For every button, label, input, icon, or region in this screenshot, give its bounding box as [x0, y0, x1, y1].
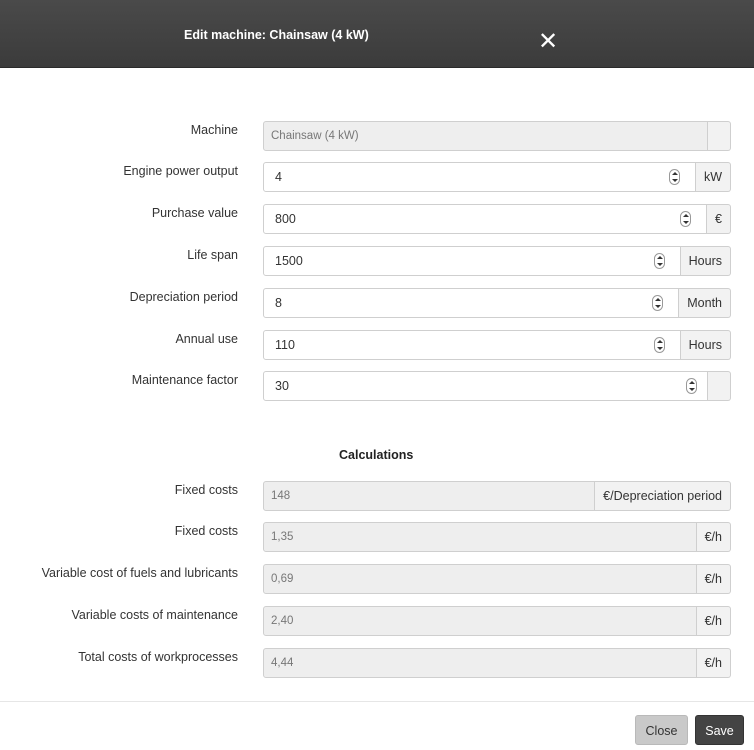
- fixed-costs-period-field: 148: [263, 481, 596, 511]
- life-span-label: Life span: [187, 248, 238, 262]
- purchase-value-group: 800 €: [263, 204, 731, 234]
- engine-power-label: Engine power output: [123, 164, 238, 178]
- total-costs-field: 4,44: [263, 648, 697, 678]
- annual-use-input[interactable]: 110: [263, 330, 681, 360]
- fixed-costs-hour-unit: €/h: [696, 522, 731, 552]
- variable-fuels-group: 0,69 €/h: [263, 564, 731, 594]
- variable-maintenance-row: Variable costs of maintenance 2,40 €/h: [0, 606, 754, 636]
- engine-power-row: Engine power output 4 kW: [0, 162, 754, 192]
- machine-field: Chainsaw (4 kW): [263, 121, 708, 151]
- annual-use-label: Annual use: [175, 332, 238, 346]
- engine-power-value: 4: [275, 170, 282, 184]
- maintenance-factor-addon: [708, 371, 731, 401]
- engine-power-group: 4 kW: [263, 162, 731, 192]
- annual-use-spinner-icon[interactable]: [654, 337, 665, 353]
- variable-fuels-row: Variable cost of fuels and lubricants 0,…: [0, 564, 754, 594]
- variable-maintenance-label: Variable costs of maintenance: [71, 608, 238, 622]
- variable-maintenance-field: 2,40: [263, 606, 697, 636]
- annual-use-group: 110 Hours: [263, 330, 731, 360]
- depreciation-period-unit: Month: [679, 288, 731, 318]
- machine-label: Machine: [190, 123, 238, 137]
- annual-use-row: Annual use 110 Hours: [0, 330, 754, 360]
- engine-power-unit: kW: [695, 162, 731, 192]
- calculations-title: Calculations: [339, 448, 414, 462]
- total-costs-unit: €/h: [696, 648, 731, 678]
- depreciation-period-spinner-icon[interactable]: [652, 295, 663, 311]
- dialog-header: Edit machine: Chainsaw (4 kW) ✕: [0, 0, 754, 68]
- depreciation-period-group: 8 Month: [263, 288, 731, 318]
- total-costs-group: 4,44 €/h: [263, 648, 731, 678]
- maintenance-factor-spinner-icon[interactable]: [686, 378, 697, 394]
- variable-maintenance-group: 2,40 €/h: [263, 606, 731, 636]
- fixed-costs-period-label: Fixed costs: [174, 483, 238, 497]
- life-span-input[interactable]: 1500: [263, 246, 681, 276]
- purchase-value-unit: €: [707, 204, 731, 234]
- variable-fuels-field: 0,69: [263, 564, 697, 594]
- footer-divider: [0, 701, 754, 702]
- machine-addon: [708, 121, 731, 151]
- life-span-value: 1500: [275, 254, 303, 268]
- dialog-title: Edit machine: Chainsaw (4 kW): [184, 28, 369, 42]
- maintenance-factor-group: 30: [263, 371, 731, 401]
- variable-maintenance-unit: €/h: [696, 606, 731, 636]
- depreciation-period-row: Depreciation period 8 Month: [0, 288, 754, 318]
- fixed-costs-period-unit: €/Depreciation period: [595, 481, 731, 511]
- fixed-costs-period-group: 148 €/Depreciation period: [263, 481, 731, 511]
- purchase-value-label: Purchase value: [151, 206, 238, 220]
- engine-power-spinner-icon[interactable]: [669, 169, 680, 185]
- life-span-group: 1500 Hours: [263, 246, 731, 276]
- annual-use-value: 110: [275, 338, 295, 352]
- close-button[interactable]: Close: [635, 715, 688, 745]
- engine-power-input[interactable]: 4: [263, 162, 696, 192]
- purchase-value-value: 800: [275, 212, 296, 226]
- purchase-value-spinner-icon[interactable]: [680, 211, 691, 227]
- variable-fuels-label: Variable cost of fuels and lubricants: [41, 566, 238, 580]
- save-button[interactable]: Save: [695, 715, 744, 745]
- machine-group: Chainsaw (4 kW): [263, 121, 731, 151]
- variable-fuels-unit: €/h: [696, 564, 731, 594]
- life-span-row: Life span 1500 Hours: [0, 246, 754, 276]
- fixed-costs-period-row: Fixed costs 148 €/Depreciation period: [0, 481, 754, 511]
- fixed-costs-hour-label: Fixed costs: [174, 524, 238, 538]
- life-span-unit: Hours: [680, 246, 731, 276]
- fixed-costs-hour-group: 1,35 €/h: [263, 522, 731, 552]
- maintenance-factor-label: Maintenance factor: [131, 373, 238, 387]
- purchase-value-input[interactable]: 800: [263, 204, 708, 234]
- annual-use-unit: Hours: [680, 330, 731, 360]
- total-costs-label: Total costs of workprocesses: [78, 650, 238, 664]
- depreciation-period-label: Depreciation period: [129, 290, 238, 304]
- close-icon[interactable]: ✕: [537, 30, 559, 54]
- fixed-costs-hour-field: 1,35: [263, 522, 697, 552]
- purchase-value-row: Purchase value 800 €: [0, 204, 754, 234]
- maintenance-factor-value: 30: [275, 379, 289, 393]
- depreciation-period-value: 8: [275, 296, 282, 310]
- life-span-spinner-icon[interactable]: [654, 253, 665, 269]
- depreciation-period-input[interactable]: 8: [263, 288, 680, 318]
- total-costs-row: Total costs of workprocesses 4,44 €/h: [0, 648, 754, 678]
- maintenance-factor-row: Maintenance factor 30: [0, 371, 754, 401]
- maintenance-factor-input[interactable]: 30: [263, 371, 708, 401]
- machine-row: Machine Chainsaw (4 kW): [0, 121, 754, 151]
- fixed-costs-hour-row: Fixed costs 1,35 €/h: [0, 522, 754, 552]
